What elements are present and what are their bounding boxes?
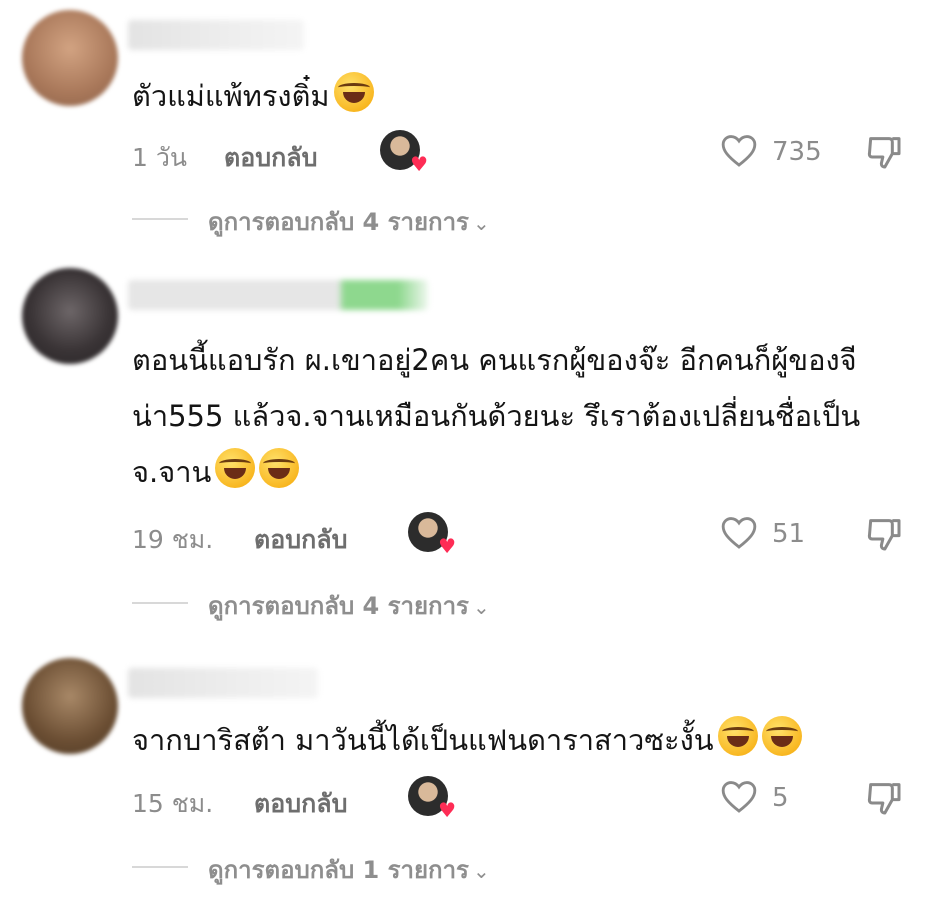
creator-liked-avatar: ♥ [380,130,428,174]
heart-icon: ♥ [438,798,456,822]
heart-outline-icon[interactable] [720,514,758,550]
avatar[interactable] [22,268,118,364]
avatar[interactable] [22,10,118,106]
comment-time: 19 ชม. [132,525,214,554]
thumbs-down-icon[interactable] [864,132,904,172]
view-replies-label: ดูการตอบกลับ 4 รายการ [208,208,469,236]
comment-text: จากบาริสต้า มาวันนี้ได้เป็นแฟนดาราสาวซะง… [132,712,922,768]
comment-time: 1 วัน [132,143,187,172]
heart-icon: ♥ [410,152,428,176]
comment-time: 15 ชม. [132,789,214,818]
rolling-laughing-emoji [259,448,300,488]
like-count: 5 [772,783,789,813]
reply-button[interactable]: ตอบกลับ [254,784,347,824]
chevron-down-icon: ⌄ [472,211,490,235]
creator-liked-avatar: ♥ [408,512,456,556]
username-blurred[interactable] [128,20,304,50]
reply-button[interactable]: ตอบกลับ [224,138,317,178]
rolling-laughing-emoji [215,448,256,488]
view-replies-label: ดูการตอบกลับ 4 รายการ [208,592,469,620]
comment-meta: 15 ชม. ตอบกลับ ♥ 5 [132,776,912,820]
like-count: 51 [772,519,806,549]
like-count: 735 [772,137,822,167]
heart-outline-icon[interactable] [720,132,758,168]
comment-text: ตัวแม่แพ้ทรงติ๋ม [132,68,922,124]
thumbs-down-icon[interactable] [864,514,904,554]
laughing-tears-emoji [717,716,758,756]
divider-line [132,602,188,604]
avatar[interactable] [22,658,118,754]
chevron-down-icon: ⌄ [472,859,490,883]
view-replies-label: ดูการตอบกลับ 1 รายการ [208,856,469,884]
username-blurred[interactable] [128,280,428,310]
creator-liked-avatar: ♥ [408,776,456,820]
divider-line [132,218,188,220]
chevron-down-icon: ⌄ [472,595,490,619]
divider-line [132,866,188,868]
comment-text: ตอนนี้แอบรัก ผ.เขาอยู่2คน คนแรกผู้ของจ๊ะ… [132,343,861,489]
comment-meta: 19 ชม. ตอบกลับ ♥ 51 [132,512,912,556]
reply-button[interactable]: ตอบกลับ [254,520,347,560]
heart-icon: ♥ [438,534,456,558]
thumbs-down-icon[interactable] [864,778,904,818]
laughing-tears-emoji [333,72,374,112]
username-blurred[interactable] [128,668,318,698]
heart-outline-icon[interactable] [720,778,758,814]
laughing-tears-emoji [761,716,802,756]
comment-meta: 1 วัน ตอบกลับ ♥ 735 [132,130,912,174]
